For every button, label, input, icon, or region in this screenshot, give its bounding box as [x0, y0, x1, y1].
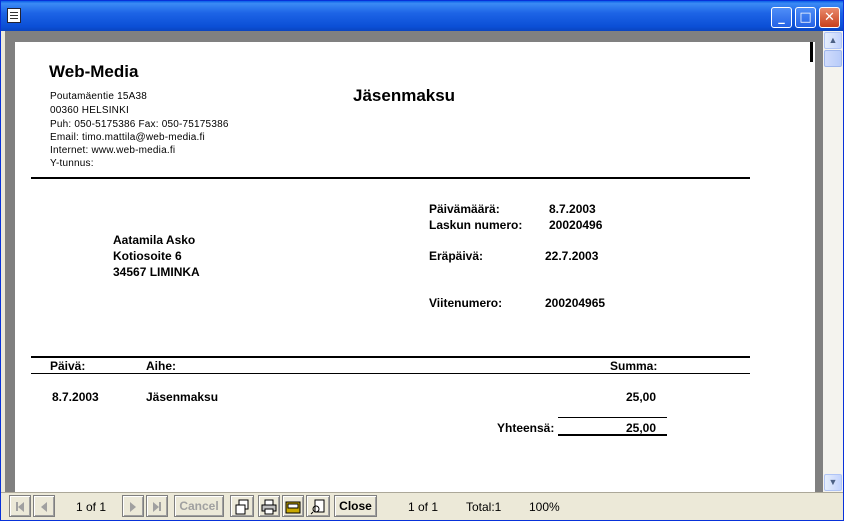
detail-label-reference: Viitenumero:	[429, 296, 503, 310]
company-internet: Internet: www.web-media.fi	[50, 145, 176, 156]
detail-value-due-date: 22.7.2003	[545, 249, 599, 263]
next-page-icon	[130, 501, 136, 512]
close-window-button[interactable]: ✕	[819, 7, 840, 28]
search-button[interactable]	[306, 495, 330, 517]
header-divider	[31, 177, 750, 179]
detail-value-invoice-number: 20020496	[549, 218, 603, 232]
company-name: Web-Media	[49, 62, 139, 81]
total-value: 25,00	[626, 421, 657, 435]
page-shadow	[810, 42, 813, 62]
scroll-down-button[interactable]: ▼	[824, 474, 842, 491]
table-top-border	[31, 356, 750, 358]
row-date: 8.7.2003	[52, 390, 99, 404]
detail-value-date: 8.7.2003	[549, 202, 596, 216]
export-button[interactable]	[282, 495, 304, 517]
total-bottom-line	[558, 434, 667, 436]
company-ytunnus: Y-tunnus:	[50, 158, 94, 169]
scroll-thumb[interactable]	[824, 50, 842, 67]
prev-page-icon	[41, 501, 47, 512]
maximize-button[interactable]: □	[795, 7, 816, 28]
next-page-button[interactable]	[122, 495, 144, 517]
page-indicator: 1 of 1	[76, 500, 107, 514]
scroll-up-button[interactable]: ▲	[824, 32, 842, 49]
cancel-button[interactable]: Cancel	[174, 495, 224, 517]
print-button[interactable]	[258, 495, 280, 517]
title-bar[interactable]: _ □ ✕	[1, 1, 843, 31]
column-header-date: Päivä:	[50, 359, 86, 373]
company-address1: Poutamäentie 15A38	[50, 91, 148, 102]
company-phone-fax: Puh: 050-5175386 Fax: 050-75175386	[50, 119, 229, 130]
multi-page-icon	[235, 499, 249, 515]
detail-value-reference: 200204965	[545, 296, 606, 310]
first-page-button[interactable]	[9, 495, 31, 517]
detail-label-due-date: Eräpäivä:	[429, 249, 484, 263]
document-title: Jäsenmaksu	[353, 86, 456, 105]
multi-page-button[interactable]	[230, 495, 254, 517]
detail-label-invoice-number: Laskun numero:	[429, 218, 523, 232]
total-top-line	[558, 417, 667, 418]
detail-label-date: Päivämäärä:	[429, 202, 500, 216]
vertical-scrollbar[interactable]: ▲ ▼	[823, 31, 843, 492]
close-button[interactable]: Close	[334, 495, 377, 517]
column-header-subject: Aihe:	[146, 359, 176, 373]
preview-area: Web-Media Poutamäentie 15A38 00360 HELSI…	[5, 31, 823, 492]
page-status: 1 of 1	[408, 500, 439, 514]
print-icon	[261, 499, 277, 515]
app-icon[interactable]	[7, 8, 21, 23]
minimize-button[interactable]: _	[771, 7, 792, 28]
report-page: Web-Media Poutamäentie 15A38 00360 HELSI…	[15, 42, 815, 492]
total-status: Total:1	[466, 500, 502, 514]
company-email: Email: timo.mattila@web-media.fi	[50, 132, 205, 143]
preview-toolbar: 1 of 1 Cancel Close 1 of 1 Total:1 100%	[1, 492, 843, 520]
recipient-city: 34567 LIMINKA	[113, 265, 200, 279]
company-address2: 00360 HELSINKI	[50, 105, 129, 116]
zoom-status: 100%	[529, 500, 560, 514]
recipient-street: Kotiosoite 6	[113, 249, 182, 263]
report-preview-window: _ □ ✕ Web-Media Poutamäentie 15A38 00360…	[0, 0, 844, 521]
search-icon	[310, 499, 325, 515]
row-subject: Jäsenmaksu	[146, 390, 219, 404]
column-header-sum: Summa:	[610, 359, 658, 373]
export-icon	[285, 501, 301, 514]
recipient-name: Aatamila Asko	[113, 233, 196, 247]
prev-page-button[interactable]	[33, 495, 55, 517]
row-sum: 25,00	[626, 390, 657, 404]
table-header-divider	[31, 373, 750, 374]
last-page-button[interactable]	[146, 495, 168, 517]
total-label: Yhteensä:	[497, 421, 555, 435]
